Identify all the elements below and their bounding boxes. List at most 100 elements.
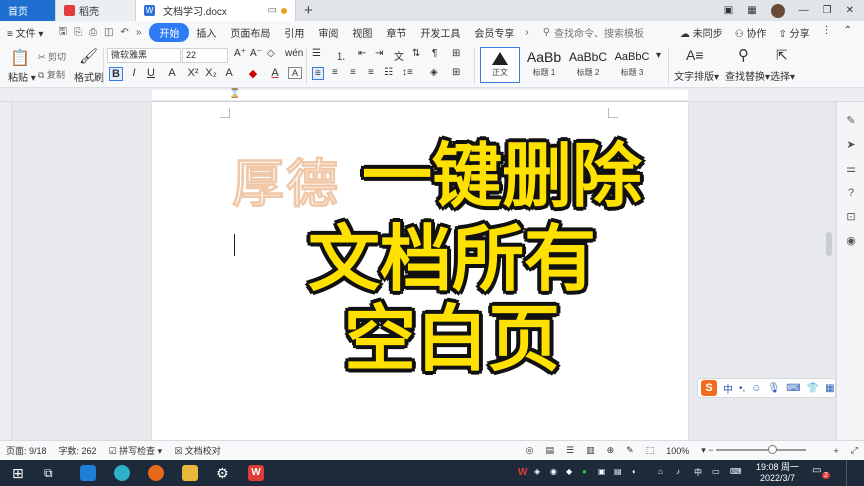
eye-protect-icon[interactable]: ◎	[520, 445, 540, 456]
punctuation-icon[interactable]: •,	[739, 383, 745, 394]
system-clock[interactable]: 19:08 周一 2022/3/7	[756, 462, 799, 484]
shading-icon[interactable]: ◈	[430, 67, 438, 78]
task-view-icon[interactable]: ⧉	[44, 465, 60, 481]
show-desktop-button[interactable]	[846, 460, 850, 486]
export-icon[interactable]: ⎘	[74, 27, 82, 38]
chinese-layout-icon[interactable]: 文	[394, 48, 404, 63]
underline-button[interactable]: U	[144, 67, 158, 79]
zoom-level[interactable]: 100%	[660, 446, 695, 456]
emoji-icon[interactable]: ☺	[751, 383, 761, 394]
web-view-icon[interactable]: ⊕	[601, 445, 621, 456]
outdent-icon[interactable]: ⇤	[358, 48, 366, 59]
microphone-icon[interactable]: 🎙	[768, 383, 781, 394]
format-painter-button[interactable]: 格式刷	[74, 69, 104, 84]
paste-icon[interactable]: 📋	[10, 48, 30, 68]
grid-icon[interactable]: ▦	[747, 5, 756, 16]
tab-page-layout[interactable]: 页面布局	[223, 25, 277, 40]
collab-button[interactable]: ⚇ 协作	[735, 25, 767, 40]
proofread-button[interactable]: ☒ 文档校对	[168, 444, 227, 457]
tray-icon-1[interactable]: ◈	[534, 467, 540, 476]
italic-button[interactable]: I	[127, 67, 141, 79]
notification-icon[interactable]: ▭	[812, 465, 821, 476]
keyboard-tray-icon[interactable]: ⌨	[730, 467, 742, 476]
font-color-button[interactable]: A	[268, 67, 282, 79]
layout-icon[interactable]: ▣	[724, 5, 733, 16]
tab-daoke[interactable]: 稻壳	[56, 0, 136, 21]
file-menu[interactable]: ≡ 文件 ▾	[0, 25, 50, 40]
print-icon[interactable]: ⎙	[89, 27, 97, 38]
horizontal-ruler[interactable]: ⌛	[0, 88, 864, 102]
zoom-in-icon[interactable]: +	[828, 446, 845, 456]
tray-icon-6[interactable]: ◐	[632, 467, 637, 476]
word-count[interactable]: 字数: 262	[53, 444, 103, 457]
tray-icon-5[interactable]: ▤	[614, 467, 622, 476]
wechat-icon[interactable]: ●	[582, 467, 587, 476]
select-button[interactable]: 选择▾	[770, 68, 795, 83]
skin-icon[interactable]: 👕	[807, 383, 819, 394]
new-tab-button[interactable]: +	[296, 0, 321, 21]
file-explorer-icon[interactable]	[182, 465, 198, 481]
notification-area-icon[interactable]: ⌂	[658, 467, 663, 476]
minimize-button[interactable]: —	[799, 5, 809, 16]
tray-icon-4[interactable]: ▣	[598, 467, 606, 476]
network-icon[interactable]: ▭	[712, 467, 720, 476]
zoom-slider-track[interactable]	[716, 449, 806, 451]
tab-developer[interactable]: 开发工具	[413, 25, 467, 40]
borders-icon[interactable]: ⊞	[452, 67, 460, 78]
cursor-select-icon[interactable]: ⇱	[776, 47, 788, 64]
align-center-icon[interactable]: ≡	[332, 67, 338, 78]
strikethrough-button[interactable]: A	[165, 67, 179, 79]
text-layout-icon[interactable]: A≡	[686, 47, 704, 63]
find-replace-button[interactable]: 查找替换▾	[725, 68, 770, 83]
location-icon[interactable]: ◉	[844, 234, 858, 248]
align-right-icon[interactable]: ≡	[350, 67, 356, 78]
volume-icon[interactable]: ♪	[676, 467, 680, 476]
firefox-icon[interactable]	[148, 465, 164, 481]
text-effect-icon[interactable]: ◆	[246, 67, 260, 80]
numbered-list-icon[interactable]: ⒈	[336, 48, 346, 63]
subscript-button[interactable]: X₂	[204, 67, 218, 79]
indent-icon[interactable]: ⇥	[375, 48, 383, 59]
style-heading-3[interactable]: AaBbC 标题 3	[610, 47, 654, 83]
more-icon[interactable]: »	[136, 27, 142, 38]
tab-chapter[interactable]: 章节	[379, 25, 413, 40]
char-border-button[interactable]: A	[288, 67, 302, 79]
sliders-icon[interactable]: ⚌	[844, 162, 858, 176]
outline-view-icon[interactable]: ☰	[560, 445, 580, 456]
tab-document[interactable]: W 文档学习.docx ▭	[136, 0, 296, 21]
style-heading-2[interactable]: AaBbC 标题 2	[567, 47, 609, 83]
fullscreen-icon[interactable]: ⤢	[845, 445, 864, 456]
backup-icon[interactable]: ⊡	[844, 210, 858, 224]
align-left-icon[interactable]: ≡	[312, 67, 324, 80]
keyboard-icon[interactable]: ⌨	[786, 383, 800, 394]
table-icon[interactable]: ⊞	[452, 48, 460, 59]
pinyin-icon[interactable]: wén	[285, 48, 303, 59]
read-view-icon[interactable]: ▥	[580, 445, 601, 456]
tab-review[interactable]: 审阅	[311, 25, 345, 40]
ie-icon[interactable]	[80, 465, 96, 481]
ime-tray-indicator[interactable]: 中	[694, 467, 702, 478]
wps-tray-icon[interactable]: W	[518, 467, 527, 478]
tab-references[interactable]: 引用	[277, 25, 311, 40]
tab-start[interactable]: 开始	[149, 23, 190, 42]
fit-width-icon[interactable]: ⬚	[640, 445, 661, 456]
preview-icon[interactable]: ◫	[104, 27, 113, 38]
format-painter-icon[interactable]: 🖌	[79, 47, 98, 65]
undo-icon[interactable]: ↶	[120, 27, 128, 38]
bullet-list-icon[interactable]: ☰	[312, 48, 321, 59]
pointer-icon[interactable]: ➤	[844, 138, 858, 152]
justify-icon[interactable]: ≡	[368, 67, 374, 78]
vertical-ruler[interactable]	[0, 102, 12, 440]
pen-mode-icon[interactable]: ✎	[620, 445, 640, 456]
shrink-font-icon[interactable]: A⁻	[250, 48, 262, 59]
indent-marker-icon[interactable]: ⌛	[229, 88, 240, 99]
styles-expand-icon[interactable]: ▾	[656, 50, 661, 61]
tab-insert[interactable]: 插入	[189, 25, 223, 40]
windows-start-icon[interactable]: ⊞	[12, 465, 28, 481]
text-layout-button[interactable]: 文字排版▾	[674, 68, 719, 83]
sort-icon[interactable]: ⇅	[412, 48, 420, 59]
style-heading-1[interactable]: AaBb 标题 1	[522, 47, 566, 83]
command-search[interactable]: ⚲ 查找命令、搜索模板	[543, 25, 644, 40]
sync-status[interactable]: ☁ 未同步	[680, 25, 723, 40]
grow-font-icon[interactable]: A⁺	[234, 48, 246, 59]
